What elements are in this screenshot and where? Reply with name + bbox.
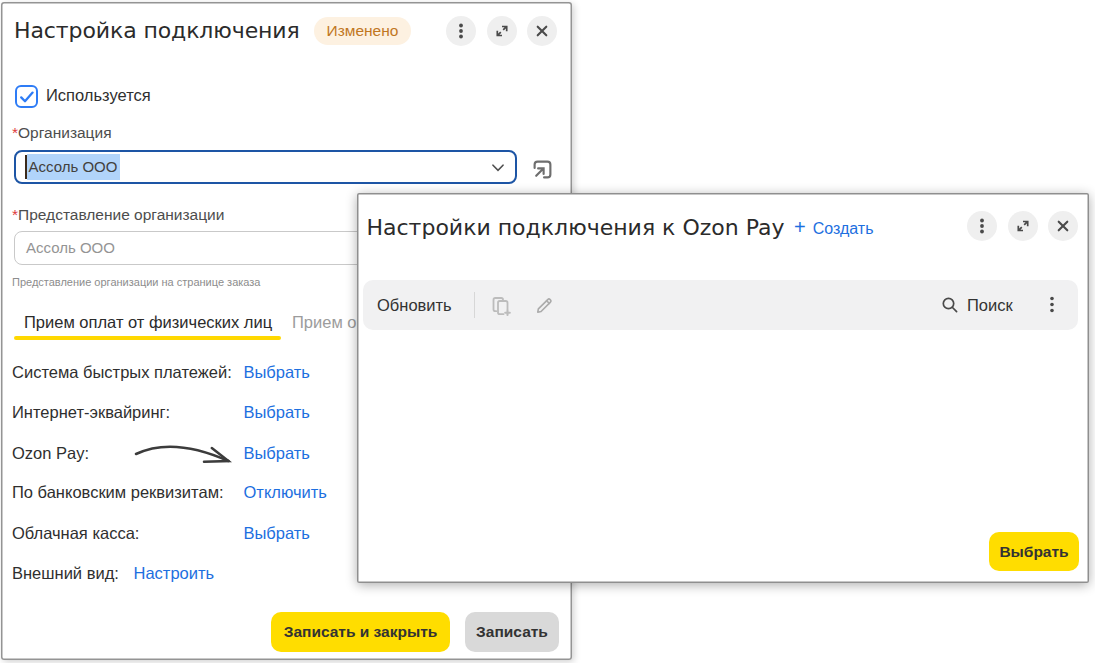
pencil-icon (533, 294, 556, 317)
copy-icon (489, 294, 513, 318)
active-tab-underline (14, 336, 281, 341)
tab-payments-individuals[interactable]: Прием оплат от физических лиц (24, 312, 272, 332)
choose-button[interactable]: Выбрать (989, 532, 1079, 571)
open-organization-button[interactable] (528, 154, 556, 184)
close-icon (527, 16, 557, 46)
plus-icon: + (794, 216, 806, 239)
copy-item-button[interactable] (489, 294, 513, 322)
representation-hint: Представление организации на странице за… (12, 276, 260, 288)
representation-value: Ассоль ООО (26, 239, 115, 256)
used-checkbox-label[interactable]: Используется (46, 85, 151, 105)
expand-icon (1008, 211, 1038, 241)
expand-window-button[interactable] (487, 16, 517, 46)
close-window-button[interactable] (1048, 211, 1078, 241)
empty-list-area[interactable] (363, 338, 1078, 523)
acquiring-select-link[interactable]: Выбрать (244, 402, 310, 422)
checkmark-icon (19, 90, 35, 104)
edit-item-button[interactable] (533, 294, 556, 321)
toolbar-divider (474, 292, 475, 318)
ozon-pay-settings-window: Настройки подключения к Ozon Pay + Созда… (357, 193, 1089, 583)
ozon-pay-select-link[interactable]: Выбрать (244, 443, 310, 463)
representation-label: *Представление организации (12, 206, 224, 224)
toolbar-more-button[interactable] (1040, 293, 1064, 317)
kebab-icon (446, 16, 476, 46)
window-title: Настройки подключения к Ozon Pay (367, 215, 785, 241)
expand-icon (487, 16, 517, 46)
open-in-window-icon (529, 156, 556, 183)
list-toolbar: Обновить Поиск (363, 280, 1078, 330)
appearance-configure-link[interactable]: Настроить (134, 563, 215, 583)
hand-drawn-arrow-annotation (133, 440, 235, 470)
chevron-down-icon[interactable] (492, 164, 504, 172)
expand-window-button[interactable] (1008, 211, 1038, 241)
cloud-cashbox-select-link[interactable]: Выбрать (244, 523, 310, 543)
kebab-icon (1040, 293, 1064, 317)
kebab-icon (967, 211, 997, 241)
refresh-button[interactable]: Обновить (377, 295, 452, 315)
more-menu-button[interactable] (967, 211, 997, 241)
close-icon (1048, 211, 1078, 241)
save-button[interactable]: Записать (465, 612, 559, 652)
search-icon (941, 296, 959, 314)
organization-label: *Организация (12, 124, 112, 142)
bank-details-disable-link[interactable]: Отключить (244, 482, 327, 502)
used-checkbox[interactable] (15, 85, 38, 108)
save-and-close-button[interactable]: Записать и закрыть (271, 612, 450, 652)
sbp-select-link[interactable]: Выбрать (244, 362, 310, 382)
organization-value: Ассоль ООО (27, 154, 121, 180)
create-button[interactable]: + Создать (794, 216, 874, 242)
search-button[interactable]: Поиск (941, 280, 1013, 330)
modified-badge: Изменено (314, 17, 411, 45)
organization-combobox[interactable]: Ассоль ООО (14, 150, 517, 185)
window-title: Настройка подключения (14, 18, 300, 44)
close-window-button[interactable] (527, 16, 557, 46)
more-menu-button[interactable] (446, 16, 476, 46)
